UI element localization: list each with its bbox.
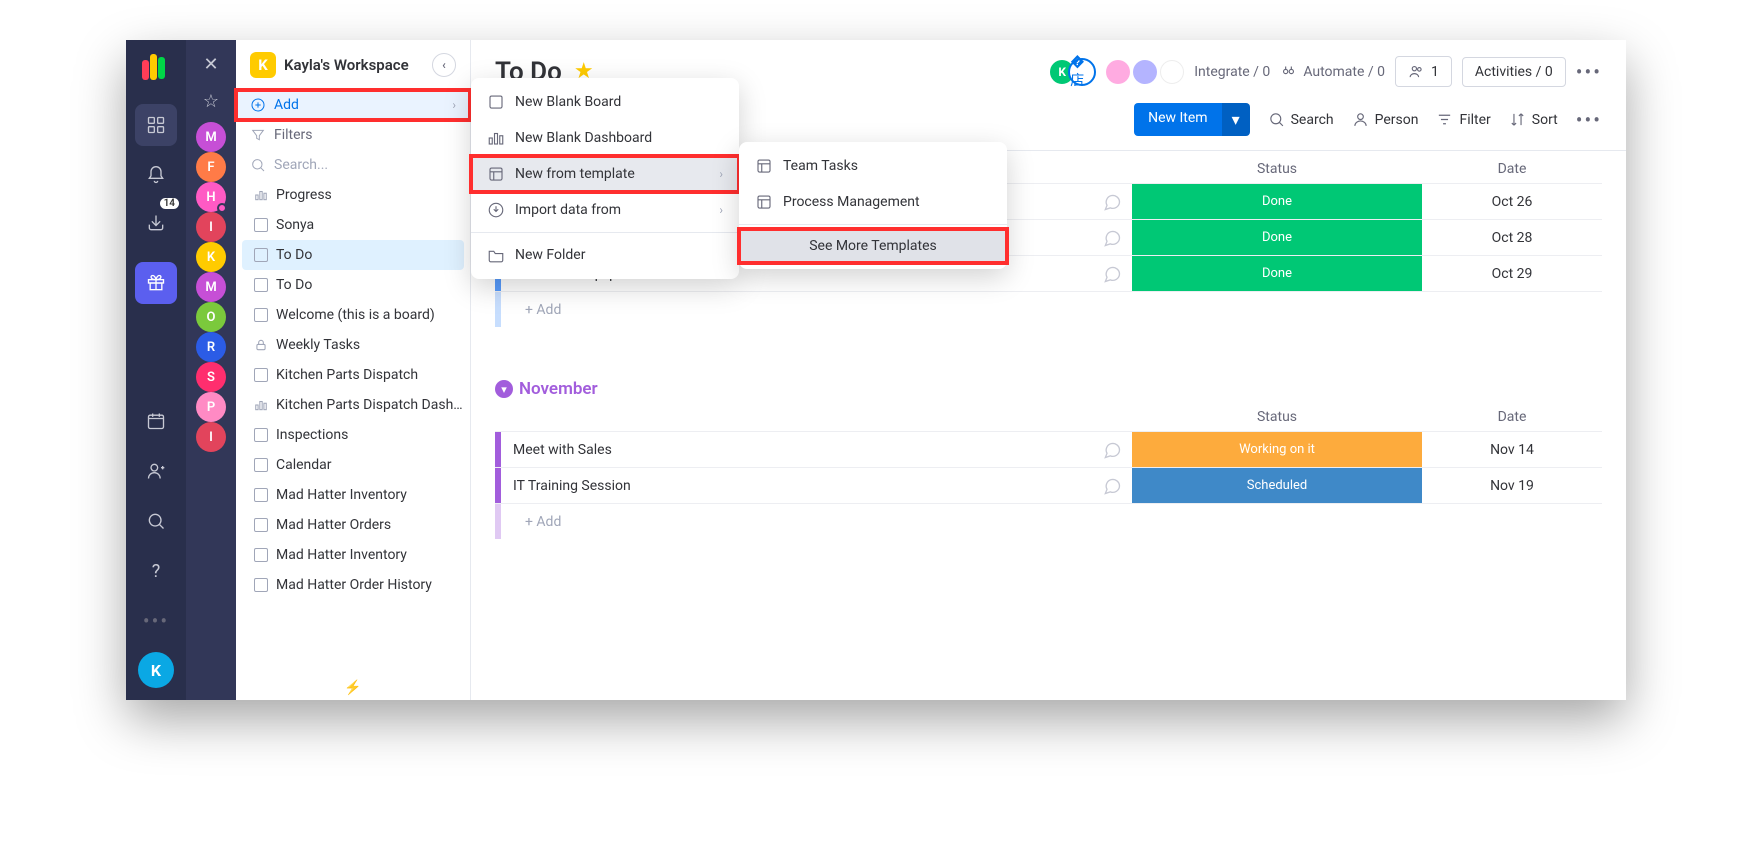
- column-headers: StatusDate: [495, 405, 1602, 431]
- workspace-avatar[interactable]: I: [196, 212, 226, 242]
- filter-button[interactable]: Filter: [1436, 111, 1490, 128]
- nav-help[interactable]: ?: [135, 550, 177, 592]
- search-row[interactable]: Search...: [236, 150, 470, 180]
- table-row[interactable]: IT Training SessionScheduledNov 19: [495, 467, 1602, 503]
- add-button[interactable]: Add ›: [236, 90, 470, 120]
- workspace-avatar[interactable]: K: [196, 242, 226, 272]
- collapse-sidebar-button[interactable]: ‹: [432, 53, 456, 77]
- integration-app-icons: [1106, 60, 1184, 84]
- add-menu: New Blank BoardNew Blank DashboardNew fr…: [471, 78, 739, 279]
- menu-item-new-from-template[interactable]: New from template›: [471, 156, 739, 192]
- search-button[interactable]: Search: [1268, 111, 1334, 128]
- conversation-icon[interactable]: [1092, 440, 1132, 460]
- sidebar-item[interactable]: Mad Hatter Inventory: [236, 480, 470, 510]
- search-placeholder: Search...: [274, 157, 328, 173]
- workspace-name: Kayla's Workspace: [284, 56, 409, 74]
- main-area: To Do ★ K�店 Integrate / 0 Automate / 0 1: [471, 40, 1626, 700]
- new-item-dropdown[interactable]: ▾: [1222, 103, 1250, 136]
- nav-notifications[interactable]: [135, 154, 177, 196]
- sidebar-item[interactable]: To Do: [242, 240, 464, 270]
- integrate-button[interactable]: Integrate / 0: [1194, 64, 1270, 80]
- board-more-icon[interactable]: •••: [1576, 60, 1602, 84]
- nav-workspaces[interactable]: [135, 104, 177, 146]
- see-more-templates[interactable]: See More Templates: [739, 229, 1007, 263]
- conversation-icon[interactable]: [1092, 228, 1132, 248]
- group-header[interactable]: ▾November: [495, 379, 1602, 399]
- workspace-avatar[interactable]: R: [196, 332, 226, 362]
- workspace-icon: K: [250, 52, 276, 78]
- workspace-rail: ✕ ☆ MFHIKMORSPI: [186, 40, 236, 700]
- sidebar-item[interactable]: Mad Hatter Inventory: [236, 540, 470, 570]
- sidebar-item[interactable]: Kitchen Parts Dispatch Dash…: [236, 390, 470, 420]
- workspace-header[interactable]: K Kayla's Workspace ‹: [236, 40, 470, 90]
- person-filter-button[interactable]: Person: [1352, 111, 1419, 128]
- workspace-avatar[interactable]: I: [196, 422, 226, 452]
- toolbar-more-icon[interactable]: •••: [1576, 108, 1602, 132]
- left-rail: 14 ? ••• K: [126, 40, 186, 700]
- workspace-avatar[interactable]: M: [196, 122, 226, 152]
- nav-calendar[interactable]: [135, 400, 177, 442]
- nav-invite[interactable]: [135, 450, 177, 492]
- sidebar-item[interactable]: Mad Hatter Orders: [236, 510, 470, 540]
- members-button[interactable]: 1: [1395, 56, 1452, 87]
- star-icon[interactable]: ☆: [203, 91, 219, 112]
- conversation-icon[interactable]: [1092, 476, 1132, 496]
- close-icon[interactable]: ✕: [203, 54, 218, 75]
- add-item-row[interactable]: + Add: [495, 291, 1602, 327]
- sort-button[interactable]: Sort: [1509, 111, 1558, 128]
- template-submenu: Team TasksProcess Management See More Tem…: [739, 142, 1007, 269]
- activities-button[interactable]: Activities / 0: [1462, 57, 1566, 87]
- nav-search[interactable]: [135, 500, 177, 542]
- conversation-icon[interactable]: [1092, 192, 1132, 212]
- chevron-right-icon: ›: [452, 98, 456, 112]
- conversation-icon[interactable]: [1092, 264, 1132, 284]
- workspace-avatar[interactable]: F: [196, 152, 226, 182]
- template-item[interactable]: Team Tasks: [739, 148, 1007, 184]
- sidebar-item[interactable]: Calendar: [236, 450, 470, 480]
- menu-item-new-folder[interactable]: New Folder: [471, 237, 739, 273]
- user-avatar[interactable]: K: [138, 652, 174, 688]
- workspace-avatar[interactable]: H: [196, 182, 226, 212]
- new-item-button[interactable]: New Item ▾: [1134, 103, 1250, 136]
- board-owner-avatars[interactable]: K�店: [1048, 58, 1096, 86]
- workspace-avatar[interactable]: M: [196, 272, 226, 302]
- add-item-row[interactable]: + Add: [495, 503, 1602, 539]
- menu-item-new-blank-dashboard[interactable]: New Blank Dashboard: [471, 120, 739, 156]
- sidebar-item[interactable]: Inspections: [236, 420, 470, 450]
- sidebar-item[interactable]: Kitchen Parts Dispatch: [236, 360, 470, 390]
- sidebar-item[interactable]: Sonya: [236, 210, 470, 240]
- table-row[interactable]: Meet with SalesWorking on itNov 14: [495, 431, 1602, 467]
- sidebar-item[interactable]: Mad Hatter Order History: [236, 570, 470, 600]
- workspace-avatar[interactable]: P: [196, 392, 226, 422]
- workspace-avatar[interactable]: S: [196, 362, 226, 392]
- app-logo: [142, 54, 170, 82]
- sidebar-item[interactable]: Weekly Tasks: [236, 330, 470, 360]
- menu-item-import-data-from[interactable]: Import data from›: [471, 192, 739, 228]
- sidebar-item[interactable]: Welcome (this is a board): [236, 300, 470, 330]
- sidebar: K Kayla's Workspace ‹ Add › Filters Sear…: [236, 40, 471, 700]
- nav-inbox[interactable]: 14: [135, 202, 177, 244]
- workspace-avatar[interactable]: O: [196, 302, 226, 332]
- sidebar-item[interactable]: Progress: [236, 180, 470, 210]
- nav-gift[interactable]: [135, 262, 177, 304]
- bolt-icon: ⚡: [344, 680, 362, 696]
- filters-button[interactable]: Filters: [236, 120, 470, 150]
- automate-button[interactable]: Automate / 0: [1280, 63, 1385, 80]
- inbox-badge: 14: [160, 198, 179, 209]
- template-item[interactable]: Process Management: [739, 184, 1007, 220]
- add-label: Add: [274, 97, 299, 113]
- menu-item-new-blank-board[interactable]: New Blank Board: [471, 84, 739, 120]
- sidebar-item[interactable]: To Do: [236, 270, 470, 300]
- nav-more[interactable]: •••: [135, 600, 177, 642]
- filters-label: Filters: [274, 127, 313, 143]
